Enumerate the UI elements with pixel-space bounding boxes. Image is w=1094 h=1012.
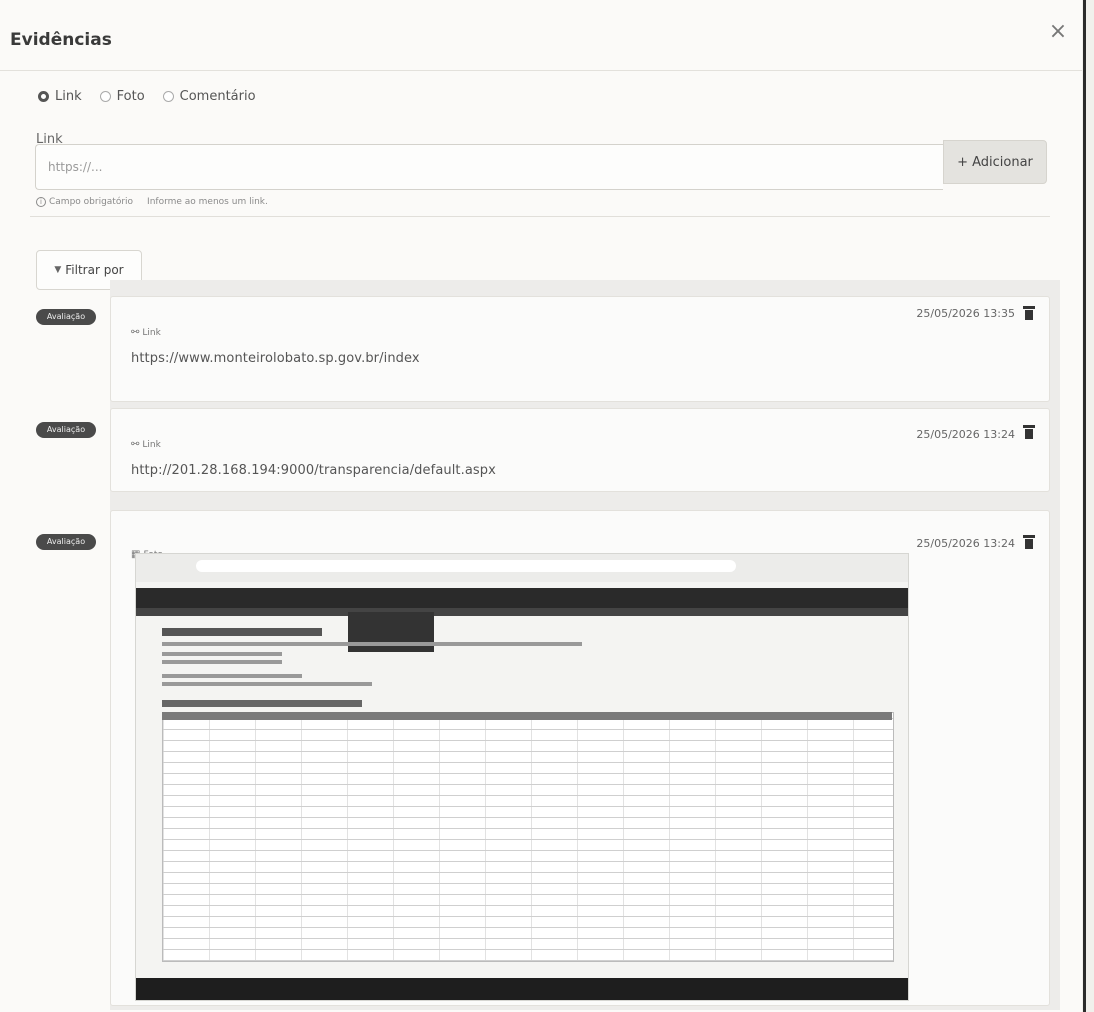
evidence-datetime: 25/05/2026 13:35 (916, 307, 1015, 320)
required-hint: Campo obrigatório (49, 197, 134, 207)
photo-table-title (162, 700, 362, 707)
radio-option-foto[interactable]: Foto (99, 89, 145, 104)
evidence-type: ⚯ Link (131, 327, 161, 338)
close-button[interactable]: × (1046, 20, 1070, 44)
evidence-datetime: 25/05/2026 13:24 (916, 537, 1015, 550)
photo-text-line (162, 660, 282, 664)
evidence-url[interactable]: http://201.28.168.194:9000/transparencia… (131, 463, 496, 478)
modal-header: Evidências × (0, 0, 1082, 71)
link-icon: ⚯ (131, 327, 140, 338)
trash-icon (1023, 535, 1035, 538)
photo-dropdown-menu (348, 612, 434, 652)
evidence-type-label: Link (142, 327, 161, 338)
photo-text-line (162, 674, 302, 678)
funnel-icon: ▼ (54, 265, 62, 275)
delete-evidence-button[interactable] (1023, 535, 1035, 549)
photo-page-title (162, 628, 322, 636)
radio-button-link[interactable] (38, 91, 49, 102)
trash-icon-body (1025, 310, 1033, 320)
evidence-type: ⚯ Link (131, 439, 161, 450)
photo-site-nav (136, 608, 908, 616)
photo-text-line (162, 652, 282, 656)
section-divider (30, 216, 1050, 217)
helper-hint: Informe ao menos um link. (147, 197, 268, 207)
radio-label-comentario: Comentário (179, 89, 256, 104)
radio-label-link: Link (55, 89, 82, 104)
status-badge: Avaliação (36, 534, 96, 550)
add-link-button[interactable]: + Adicionar (943, 140, 1047, 184)
evidence-photo-thumbnail[interactable] (135, 553, 909, 1001)
photo-data-table (162, 712, 894, 962)
link-field-hint: i Campo obrigatório Informe ao menos um … (36, 197, 268, 207)
link-icon: ⚯ (131, 439, 140, 450)
radio-option-comentario[interactable]: Comentário (162, 89, 256, 104)
evidence-modal: Evidências × Link Foto Comentário Link +… (0, 0, 1082, 1012)
evidence-card: ⚯ Link https://www.monteirolobato.sp.gov… (110, 296, 1050, 402)
modal-title: Evidências (10, 30, 112, 50)
info-icon: i (36, 197, 46, 207)
evidence-datetime: 25/05/2026 13:24 (916, 428, 1015, 441)
delete-evidence-button[interactable] (1023, 425, 1035, 439)
radio-button-foto[interactable] (99, 91, 111, 102)
filter-button-label: Filtrar por (65, 263, 124, 277)
photo-browser-bar (136, 554, 908, 582)
trash-icon-body (1025, 539, 1033, 549)
photo-text-line (162, 642, 582, 646)
photo-url-box (196, 560, 736, 572)
radio-option-link[interactable]: Link (38, 89, 82, 104)
evidence-type-label: Link (142, 439, 161, 450)
photo-table-header (162, 712, 892, 720)
status-badge: Avaliação (36, 309, 96, 325)
trash-icon (1023, 425, 1035, 428)
evidence-url[interactable]: https://www.monteirolobato.sp.gov.br/ind… (131, 351, 420, 366)
photo-site-header (136, 588, 908, 608)
delete-evidence-button[interactable] (1023, 306, 1035, 320)
photo-taskbar (136, 978, 908, 1000)
trash-icon (1023, 306, 1035, 309)
trash-icon-body (1025, 429, 1033, 439)
evidence-card: ▦ Foto 25/05/2026 13:24 (110, 510, 1050, 1006)
status-badge: Avaliação (36, 422, 96, 438)
link-input[interactable] (35, 144, 943, 190)
evidence-card: ⚯ Link http://201.28.168.194:9000/transp… (110, 408, 1050, 492)
radio-label-foto: Foto (116, 89, 145, 104)
photo-text-line (162, 682, 372, 686)
evidence-type-radio-group: Link Foto Comentário (38, 89, 274, 104)
radio-button-comentario[interactable] (162, 91, 174, 102)
window-edge (1083, 0, 1086, 1012)
